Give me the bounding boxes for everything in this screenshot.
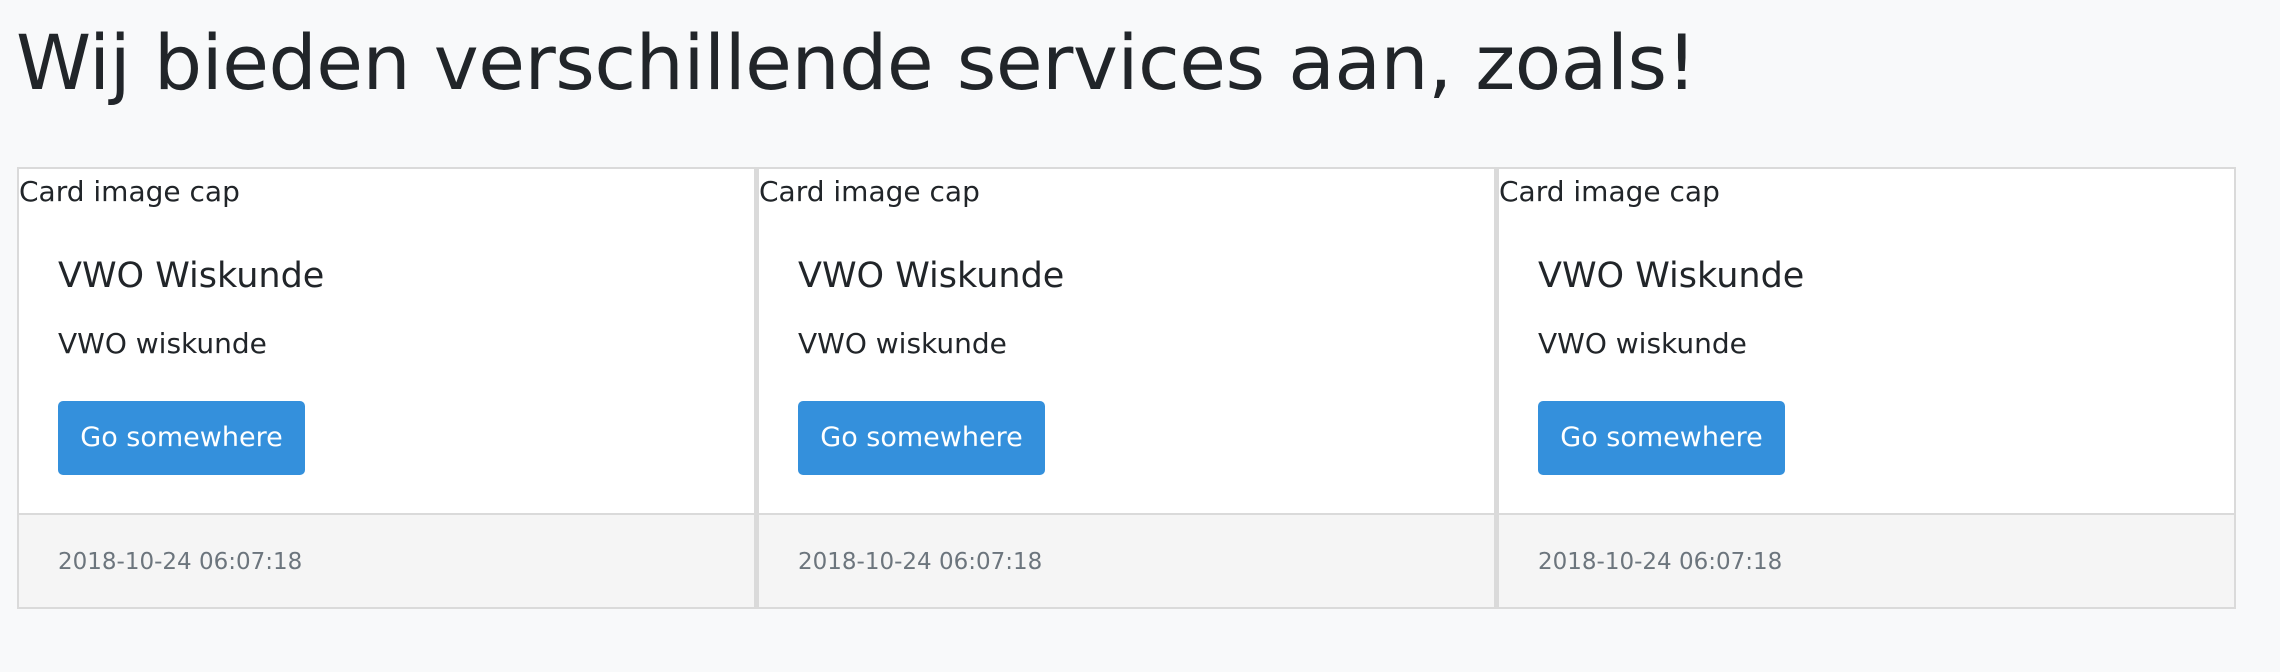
card-text: VWO wiskunde	[1538, 327, 1747, 360]
card-text: VWO wiskunde	[58, 327, 267, 360]
service-card: Card image cap VWO Wiskunde VWO wiskunde…	[756, 167, 1496, 609]
go-somewhere-button[interactable]: Go somewhere	[798, 401, 1045, 475]
card-title: VWO Wiskunde	[1538, 256, 1805, 296]
card-timestamp: 2018-10-24 06:07:18	[58, 549, 303, 575]
card-image-alt-text: Card image cap	[19, 175, 240, 208]
card-text: VWO wiskunde	[798, 327, 1007, 360]
card-footer: 2018-10-24 06:07:18	[19, 513, 754, 607]
card-image-alt-text: Card image cap	[1499, 175, 1720, 208]
card-timestamp: 2018-10-24 06:07:18	[798, 549, 1043, 575]
go-somewhere-button[interactable]: Go somewhere	[1538, 401, 1785, 475]
page-title: Wij bieden verschillende services aan, z…	[16, 18, 1697, 107]
card-footer: 2018-10-24 06:07:18	[1499, 513, 2234, 607]
card-group: Card image cap VWO Wiskunde VWO wiskunde…	[17, 167, 2236, 609]
card-title: VWO Wiskunde	[798, 256, 1065, 296]
card-title: VWO Wiskunde	[58, 256, 325, 296]
card-body: Card image cap VWO Wiskunde VWO wiskunde…	[759, 169, 1494, 513]
card-body: Card image cap VWO Wiskunde VWO wiskunde…	[19, 169, 754, 513]
service-card: Card image cap VWO Wiskunde VWO wiskunde…	[17, 167, 756, 609]
card-footer: 2018-10-24 06:07:18	[759, 513, 1494, 607]
card-timestamp: 2018-10-24 06:07:18	[1538, 549, 1783, 575]
card-image-alt-text: Card image cap	[759, 175, 980, 208]
go-somewhere-button[interactable]: Go somewhere	[58, 401, 305, 475]
service-card: Card image cap VWO Wiskunde VWO wiskunde…	[1496, 167, 2236, 609]
card-body: Card image cap VWO Wiskunde VWO wiskunde…	[1499, 169, 2234, 513]
